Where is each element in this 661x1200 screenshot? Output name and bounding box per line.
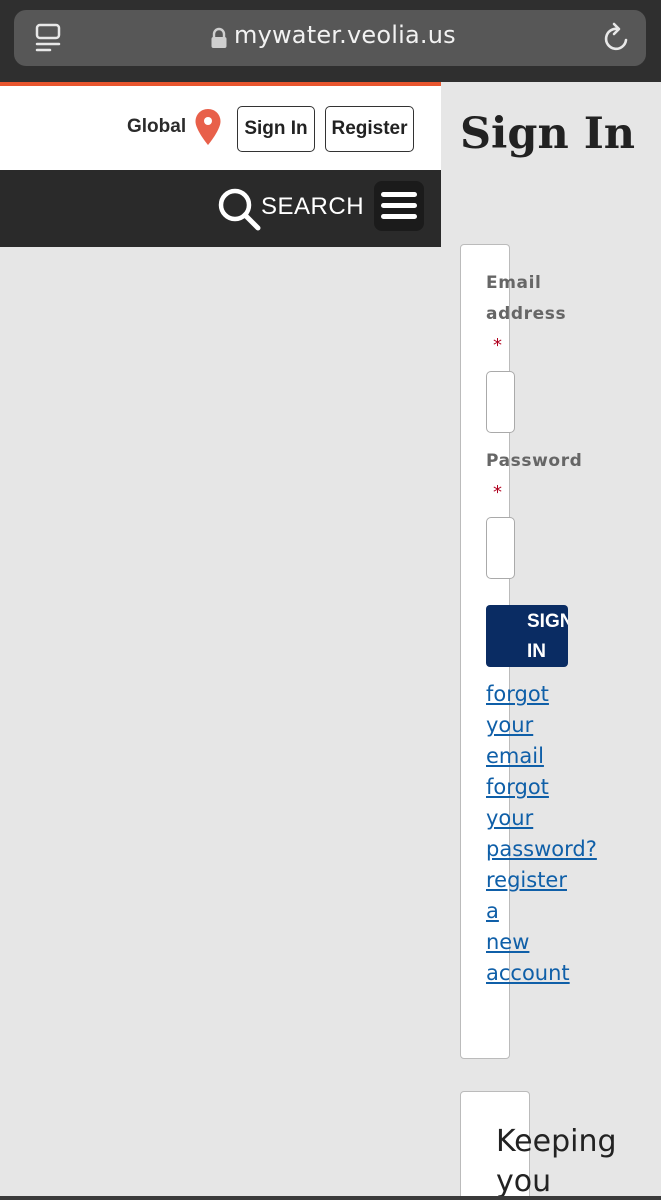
hamburger-menu-button[interactable] <box>374 181 424 231</box>
search-label[interactable]: SEARCH <box>261 193 364 221</box>
promo-card: Keeping you <box>460 1091 617 1200</box>
location-pin-icon[interactable] <box>194 108 222 146</box>
bottom-divider <box>0 1196 661 1200</box>
password-input[interactable] <box>486 517 515 579</box>
register-account-link[interactable]: register a new account <box>486 865 576 989</box>
site-utility-bar: Global Sign In Register <box>0 82 441 170</box>
promo-card-title: Keeping you <box>496 1124 617 1199</box>
sign-in-submit-button[interactable]: SIGN IN <box>486 605 568 667</box>
page-title: Sign In <box>460 109 636 159</box>
menu-bar-icon <box>381 214 417 219</box>
forgot-password-link[interactable]: forgot your password? <box>486 772 604 865</box>
lock-icon <box>211 27 227 48</box>
email-required-marker: * <box>493 335 502 356</box>
header-register-button[interactable]: Register <box>325 106 414 152</box>
browser-toolbar: mywater.veolia.us <box>0 0 661 82</box>
reload-icon[interactable] <box>602 22 632 54</box>
region-label[interactable]: Global <box>127 116 186 138</box>
forgot-email-link[interactable]: forgot your email <box>486 679 576 772</box>
site-nav-bar: SEARCH <box>0 170 441 247</box>
email-label: Email address <box>486 273 567 324</box>
submit-label: SIGN IN <box>527 611 568 662</box>
address-bar[interactable]: mywater.veolia.us <box>14 10 646 66</box>
tab-overview-icon[interactable] <box>34 22 64 54</box>
menu-bar-icon <box>381 203 417 208</box>
search-icon[interactable] <box>216 186 262 232</box>
header-sign-in-button[interactable]: Sign In <box>237 106 315 152</box>
sign-in-form-card: Email address * Password * SIGN IN forgo… <box>460 244 597 1059</box>
menu-bar-icon <box>381 192 417 197</box>
email-input[interactable] <box>486 371 515 433</box>
password-label: Password <box>486 451 583 471</box>
password-required-marker: * <box>493 482 502 503</box>
url-text[interactable]: mywater.veolia.us <box>234 21 456 49</box>
